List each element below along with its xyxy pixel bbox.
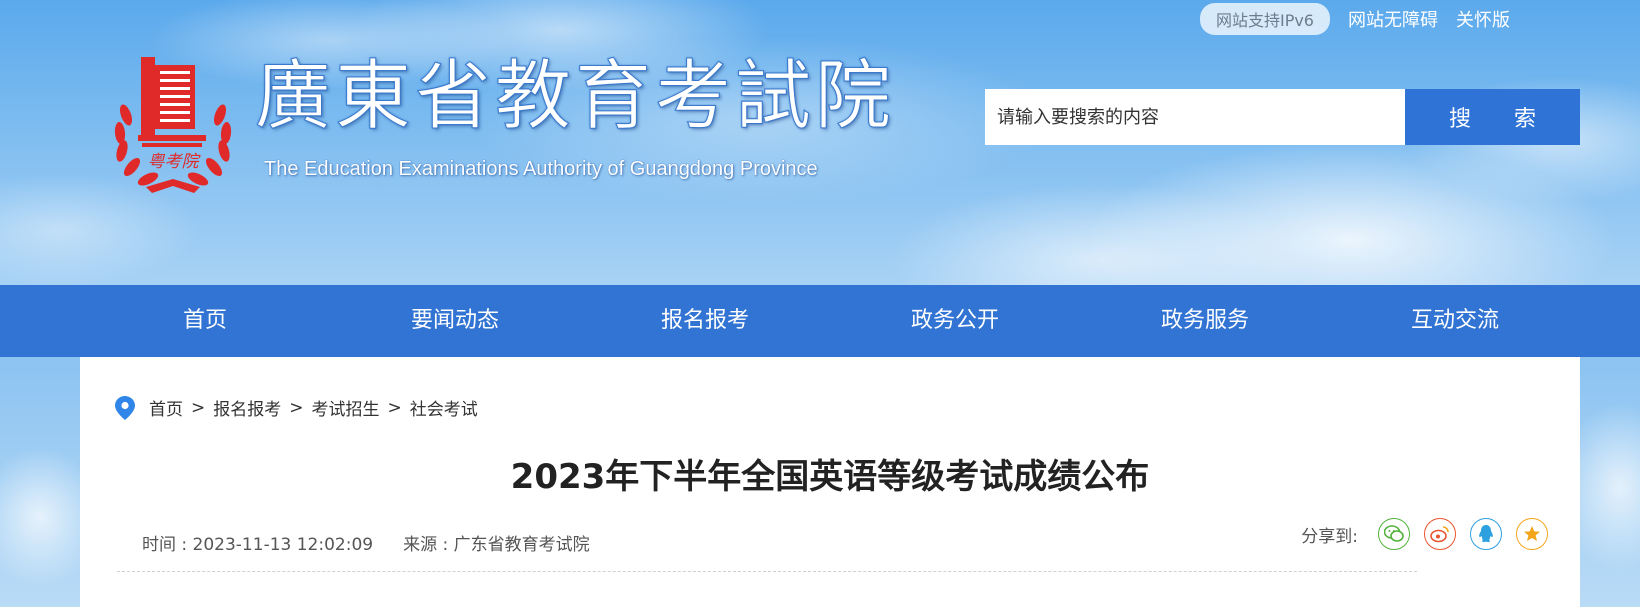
nav-item-home[interactable]: 首页 [105, 285, 305, 357]
breadcrumb-separator: > [387, 397, 402, 418]
share-label: 分享到: [1301, 526, 1358, 547]
emblem-logo[interactable]: 粤考院 [108, 55, 238, 195]
weibo-icon[interactable] [1424, 518, 1456, 550]
breadcrumb-item-social-exams[interactable]: 社会考试 [410, 395, 478, 420]
nav-item-government-services[interactable]: 政务服务 [1105, 285, 1305, 357]
breadcrumb-item-exams[interactable]: 考试招生 [312, 395, 380, 420]
breadcrumb-separator: > [191, 397, 206, 418]
nav-item-government-affairs[interactable]: 政务公开 [855, 285, 1055, 357]
search-input[interactable] [985, 89, 1405, 145]
building-icon [138, 57, 206, 147]
accessibility-link[interactable]: 网站无障碍 [1348, 6, 1438, 32]
breadcrumb-item-registration[interactable]: 报名报考 [213, 395, 281, 420]
site-name-cn[interactable]: 廣東省教育考試院 [255, 57, 895, 134]
breadcrumb-item-home[interactable]: 首页 [149, 395, 183, 420]
divider [117, 571, 1417, 572]
location-pin-icon [115, 395, 135, 420]
breadcrumb-separator: > [289, 397, 304, 418]
nav-item-interaction[interactable]: 互动交流 [1355, 285, 1555, 357]
top-links: 网站支持IPv6 网站无障碍 关怀版 [1199, 3, 1510, 35]
qq-icon[interactable] [1470, 518, 1502, 550]
nav-item-registration[interactable]: 报名报考 [605, 285, 805, 357]
qzone-icon[interactable] [1516, 518, 1548, 550]
main-nav: 首页 要闻动态 报名报考 政务公开 政务服务 互动交流 [0, 285, 1640, 357]
article-title: 2023年下半年全国英语等级考试成绩公布 [510, 457, 1150, 497]
nav-item-news[interactable]: 要闻动态 [355, 285, 555, 357]
article-card: 首页 > 报名报考 > 考试招生 > 社会考试 2023年下半年全国英语等级考试… [80, 357, 1580, 607]
search-button[interactable]: 搜 索 [1405, 89, 1580, 145]
article-meta: 时间 : 2023-11-13 12:02:09 来源 : 广东省教育考试院 [142, 530, 590, 555]
wechat-icon[interactable] [1378, 518, 1410, 550]
site-name-en: The Education Examinations Authority of … [264, 158, 818, 180]
publish-time: 时间 : 2023-11-13 12:02:09 [142, 535, 374, 555]
article-source: 来源 : 广东省教育考试院 [403, 535, 590, 555]
care-version-link[interactable]: 关怀版 [1456, 6, 1510, 32]
share-bar: 分享到: [1301, 518, 1548, 550]
emblem-text: 粤考院 [148, 152, 202, 172]
breadcrumb: 首页 > 报名报考 > 考试招生 > 社会考试 [115, 395, 478, 420]
ipv6-badge: 网站支持IPv6 [1199, 3, 1330, 35]
